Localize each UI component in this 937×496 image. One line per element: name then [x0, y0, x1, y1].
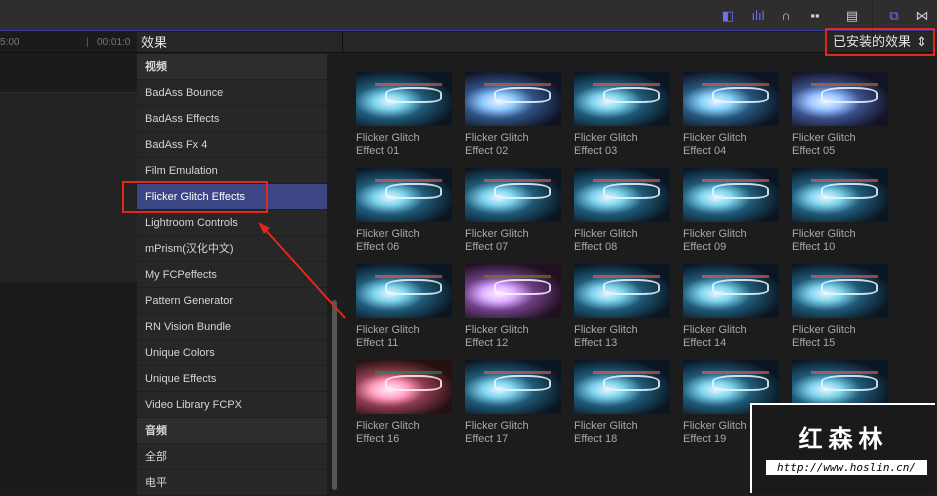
watermark-title: 红森林 — [798, 426, 889, 453]
watermark: 红森林 http://www.hoslin.cn/ — [750, 403, 935, 493]
watermark-url: http://www.hoslin.cn/ — [766, 460, 927, 475]
